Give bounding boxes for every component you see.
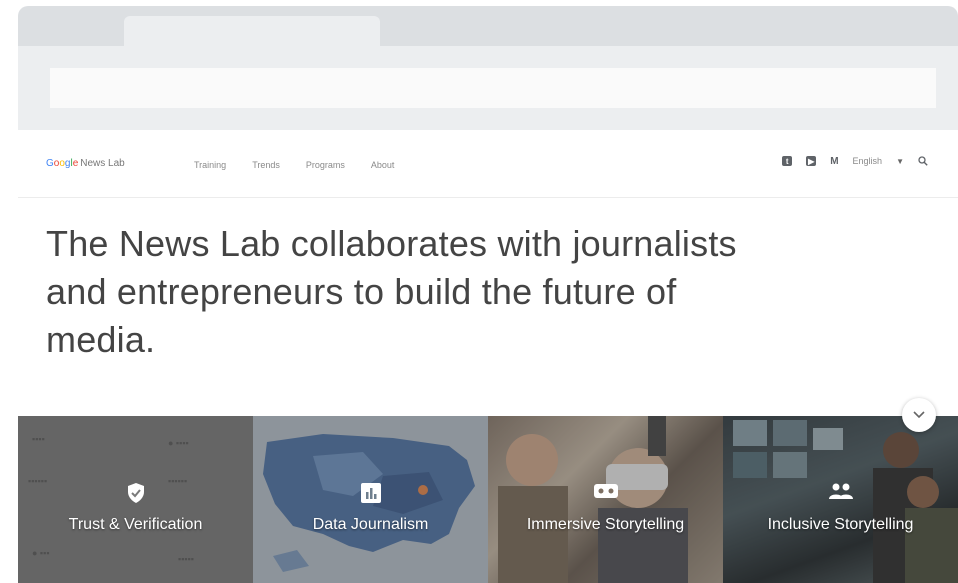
nav-right: t ▶ M English ▼	[782, 156, 928, 167]
chevron-down-icon[interactable]: ▼	[896, 157, 904, 166]
medium-icon[interactable]: M	[830, 156, 838, 167]
tumblr-icon[interactable]: t	[782, 156, 793, 166]
logo-google-text: Google	[46, 158, 79, 169]
tile-label: Inclusive Storytelling	[767, 516, 914, 533]
people-icon	[723, 482, 958, 500]
topic-tiles: ▪▪▪▪ ● ▪▪▪▪ ▪▪▪▪▪▪ ▪▪▪▪▪▪ ● ▪▪▪ ▪▪▪▪▪ Tr…	[18, 416, 958, 583]
youtube-icon[interactable]: ▶	[806, 156, 817, 166]
scroll-down-button[interactable]	[902, 398, 936, 432]
nav-links: Training Trends Programs About	[194, 160, 394, 170]
tile-label: Immersive Storytelling	[526, 516, 685, 533]
tile-trust-verification[interactable]: ▪▪▪▪ ● ▪▪▪▪ ▪▪▪▪▪▪ ▪▪▪▪▪▪ ● ▪▪▪ ▪▪▪▪▪ Tr…	[18, 416, 253, 583]
web-page: Google News Lab Training Trends Programs …	[18, 130, 958, 583]
nav-link-about[interactable]: About	[371, 160, 395, 170]
bar-chart-icon	[253, 482, 488, 504]
tile-label: Trust & Verification	[68, 516, 203, 533]
tab-strip	[18, 6, 958, 46]
search-icon[interactable]	[918, 156, 928, 166]
browser-window: Google News Lab Training Trends Programs …	[18, 6, 958, 583]
google-news-lab-logo[interactable]: Google News Lab	[46, 158, 125, 169]
browser-tab[interactable]	[124, 16, 380, 46]
tile-data-journalism[interactable]: Data Journalism	[253, 416, 488, 583]
nav-link-programs[interactable]: Programs	[306, 160, 345, 170]
logo-product-text: News Lab	[80, 158, 125, 169]
tile-immersive-storytelling[interactable]: Immersive Storytelling	[488, 416, 723, 583]
address-bar[interactable]	[50, 68, 936, 108]
tile-inclusive-storytelling[interactable]: Inclusive Storytelling	[723, 416, 958, 583]
nav-link-training[interactable]: Training	[194, 160, 226, 170]
nav-link-trends[interactable]: Trends	[252, 160, 280, 170]
tile-label: Data Journalism	[312, 516, 429, 533]
shield-check-icon	[18, 482, 253, 504]
language-select[interactable]: English	[853, 156, 883, 166]
browser-toolbar	[18, 46, 958, 130]
hero-headline: The News Lab collaborates with journalis…	[46, 223, 737, 360]
site-navbar: Google News Lab Training Trends Programs …	[18, 130, 958, 198]
vr-headset-icon	[488, 482, 723, 500]
chevron-down-icon	[913, 411, 925, 419]
